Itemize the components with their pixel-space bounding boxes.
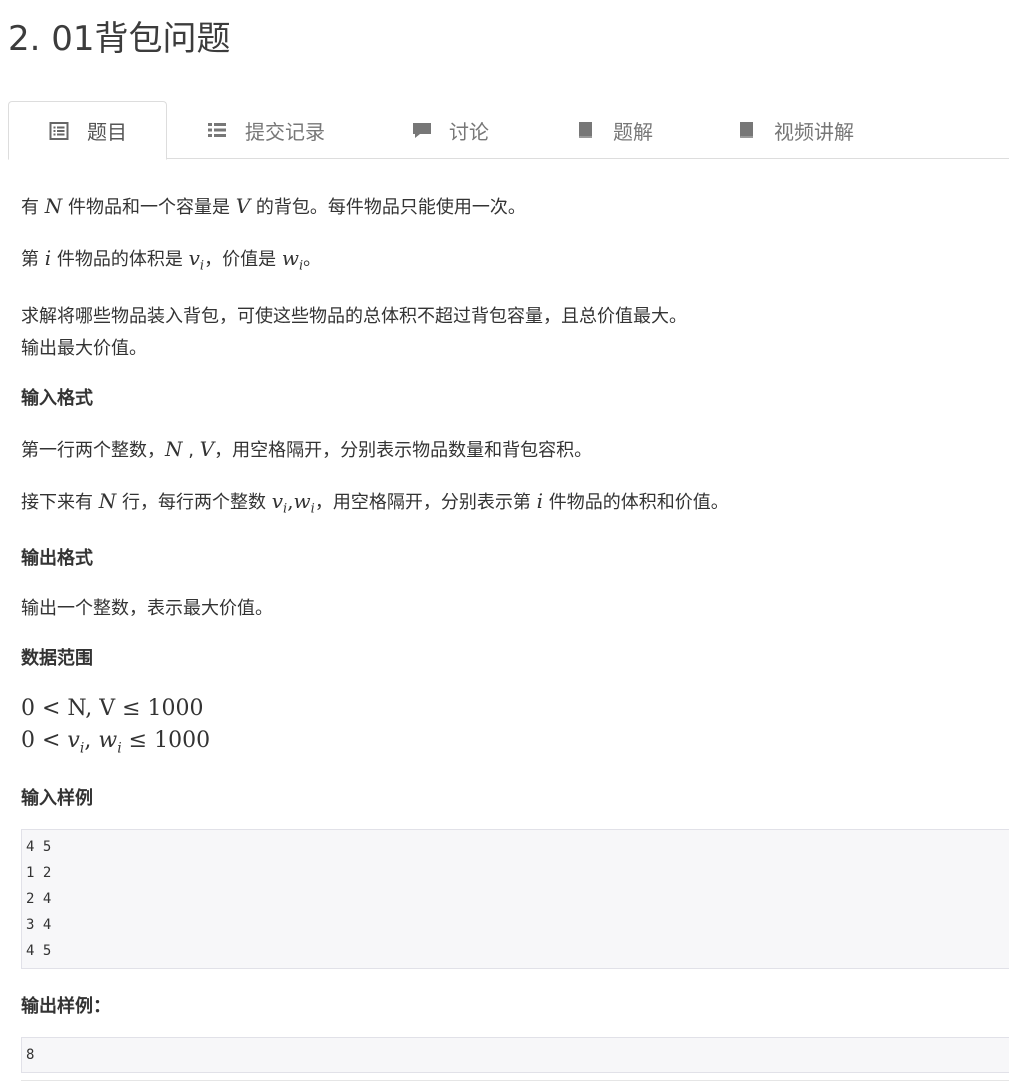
list-icon (207, 120, 227, 140)
data-range-line-1: 0 < N, V ≤ 1000 (21, 696, 204, 722)
book-icon (575, 120, 595, 140)
tab-submissions[interactable]: 提交记录 (207, 101, 325, 159)
tab-discussion-label: 讨论 (449, 119, 489, 144)
sample-input-heading: 输入样例 (21, 787, 93, 809)
tab-solutions-label: 题解 (613, 119, 653, 144)
divider (21, 1080, 1009, 1081)
tab-video[interactable]: 视频讲解 (736, 101, 854, 159)
input-format-line-1: 第一行两个整数，N , V，用空格隔开，分别表示物品数量和背包容积。 (21, 436, 593, 461)
tab-discussion[interactable]: 讨论 (411, 101, 489, 159)
book-icon (736, 120, 756, 140)
tab-submissions-label: 提交记录 (245, 119, 325, 144)
sample-output-heading: 输出样例： (21, 995, 111, 1017)
output-format-text: 输出一个整数，表示最大价值。 (21, 598, 273, 620)
description-paragraph-1: 有 N 件物品和一个容量是 V 的背包。每件物品只能使用一次。 (21, 194, 526, 218)
description-paragraph-2: 第 i 件物品的体积是 vi，价值是 wi。 (21, 246, 322, 274)
tab-problem[interactable]: 题目 (8, 101, 167, 160)
tab-solutions[interactable]: 题解 (575, 101, 653, 159)
data-range-heading: 数据范围 (21, 648, 93, 670)
data-range-line-2: 0 < vi, wi ≤ 1000 (21, 728, 211, 757)
tab-video-label: 视频讲解 (774, 119, 854, 144)
tab-problem-label: 题目 (87, 120, 127, 144)
output-format-heading: 输出格式 (21, 548, 93, 570)
problem-content: 有 N 件物品和一个容量是 V 的背包。每件物品只能使用一次。 第 i 件物品的… (21, 190, 1009, 1073)
input-format-heading: 输入格式 (21, 387, 93, 409)
sample-output-code: 8 (21, 1036, 1009, 1073)
page-title: 2. 01背包问题 (8, 19, 231, 59)
problem-tabs: 题目 提交记录 讨论 题解 视频讲解 (8, 101, 1009, 160)
list-alt-icon (49, 121, 69, 141)
comment-icon (411, 120, 431, 140)
sample-input-code: 4 5 1 2 2 4 3 4 4 5 (21, 828, 1009, 969)
description-paragraph-3: 求解将哪些物品装入背包，可使这些物品的总体积不超过背包容量，且总价值最大。 输出… (21, 305, 687, 359)
input-format-line-2: 接下来有 N 行，每行两个整数 vi,wi，用空格隔开，分别表示第 i 件物品的… (21, 488, 729, 517)
